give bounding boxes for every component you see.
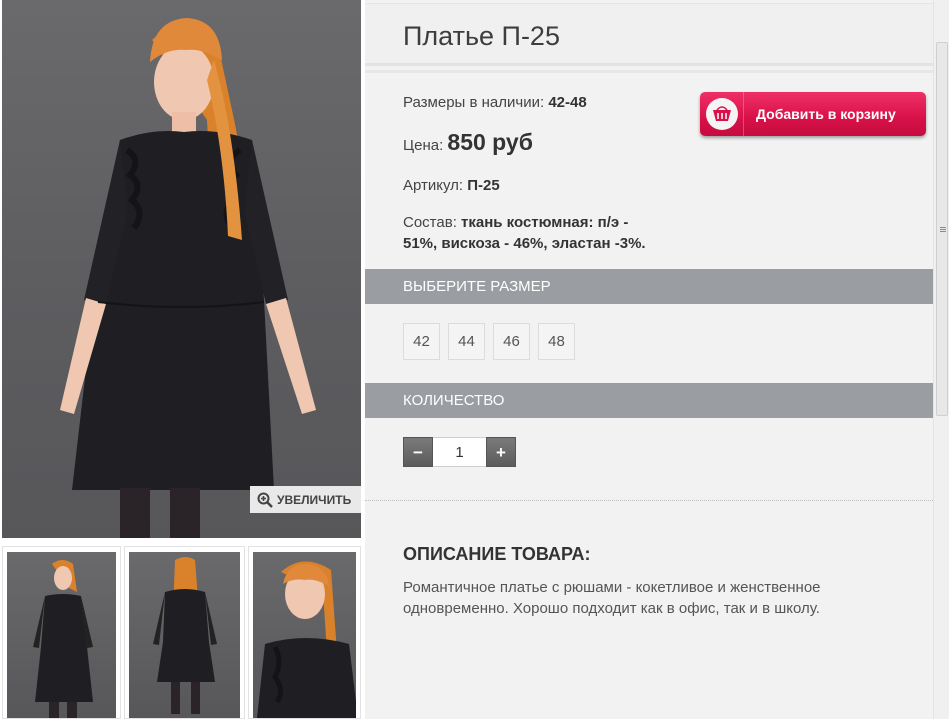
quantity-input[interactable] <box>433 437 486 467</box>
product-details-panel: Платье П-25 Размеры в наличии: 42-48 Цен… <box>365 0 933 719</box>
description-line2: одновременно. Хорошо подходит как в офис… <box>403 600 820 617</box>
divider <box>365 70 933 73</box>
page-title: Платье П-25 <box>403 21 560 51</box>
add-to-cart-label: Добавить в корзину <box>756 106 896 122</box>
quantity-stepper: − + <box>403 437 516 467</box>
description-title: ОПИСАНИЕ ТОВАРА: <box>403 544 591 564</box>
basket-icon <box>712 106 731 121</box>
sizes-available-label: Размеры в наличии: <box>403 94 545 111</box>
article-label: Артикул: <box>403 177 464 194</box>
quantity-increase-button[interactable]: + <box>486 437 516 467</box>
size-option-44[interactable]: 44 <box>448 323 485 360</box>
composition-value-line1: ткань костюмная: п/э - <box>461 214 629 231</box>
description-text: Романтичное платье с рюшами - кокетливое… <box>403 577 913 619</box>
zoom-in-icon <box>257 492 273 508</box>
thumbnail-close-up[interactable] <box>248 546 361 719</box>
vertical-scrollbar[interactable] <box>933 0 949 719</box>
article-row: Артикул: П-25 <box>403 177 500 194</box>
zoom-button-label: УВЕЛИЧИТЬ <box>277 492 352 507</box>
thumbnail-back-image <box>153 557 217 714</box>
price-value: 850 руб <box>447 129 533 155</box>
thumbnail-front-image <box>33 560 93 718</box>
thumbnail-back-view[interactable] <box>124 546 245 719</box>
composition-value-line2: 51%, вискоза - 46%, эластан -3%. <box>403 235 646 252</box>
thumbnail-front-view[interactable] <box>2 546 121 719</box>
size-option-46[interactable]: 46 <box>493 323 530 360</box>
description-line1: Романтичное платье с рюшами - кокетливое… <box>403 579 821 596</box>
sizes-available-value: 42-48 <box>548 94 587 111</box>
title-bar: Платье П-25 <box>365 3 933 66</box>
size-option-42[interactable]: 42 <box>403 323 440 360</box>
composition-row: Состав: ткань костюмная: п/э - 51%, виск… <box>403 212 703 254</box>
thumbnail-closeup-image <box>257 561 356 718</box>
price-label: Цена: <box>403 137 444 154</box>
add-to-cart-button[interactable]: Добавить в корзину <box>700 92 926 136</box>
quantity-decrease-button[interactable]: − <box>403 437 433 467</box>
composition-label: Состав: <box>403 214 457 231</box>
article-value: П-25 <box>467 177 500 194</box>
quantity-section-header: КОЛИЧЕСТВО <box>365 383 933 418</box>
main-product-photo[interactable]: УВЕЛИЧИТЬ <box>2 0 361 538</box>
price-row: Цена: 850 руб <box>403 129 533 156</box>
size-section-header: ВЫБЕРИТЕ РАЗМЕР <box>365 269 933 304</box>
dotted-divider <box>365 500 933 501</box>
sizes-available: Размеры в наличии: 42-48 <box>403 94 587 111</box>
size-option-48[interactable]: 48 <box>538 323 575 360</box>
zoom-button[interactable]: УВЕЛИЧИТЬ <box>250 486 361 513</box>
dress-photo-illustration <box>60 18 316 538</box>
scrollbar-thumb[interactable] <box>936 42 948 416</box>
thumbnail-gallery <box>2 546 361 719</box>
